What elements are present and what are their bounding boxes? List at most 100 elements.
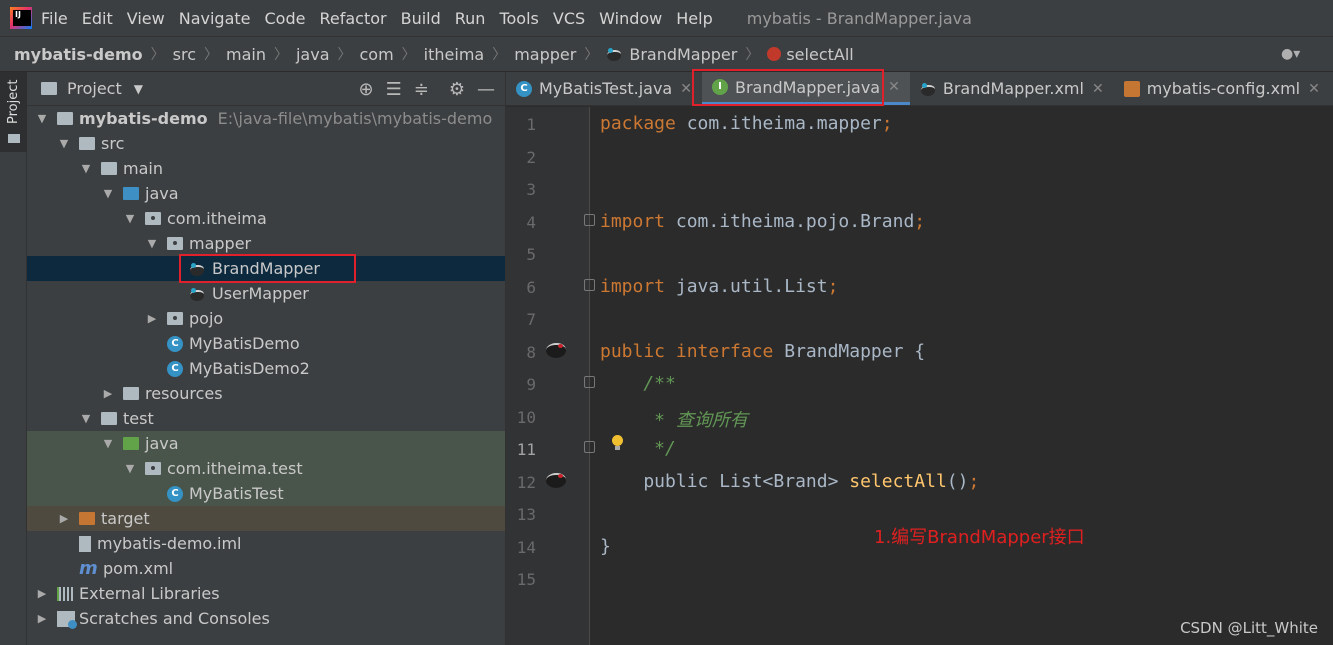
tree-node-mapper[interactable]: ▼ mapper: [27, 231, 505, 256]
chevron-down-icon[interactable]: ▼: [57, 137, 71, 150]
tree-node-mybatisdemo2[interactable]: C MyBatisDemo2: [27, 356, 505, 381]
chevron-down-icon[interactable]: ▼: [79, 412, 93, 425]
line-number: 10: [516, 408, 536, 427]
tree-node-scratches[interactable]: ▶ Scratches and Consoles: [27, 606, 505, 631]
tab-brandmapper-xml[interactable]: BrandMapper.xml ✕: [910, 72, 1114, 105]
breadcrumb-mapper[interactable]: mapper: [514, 45, 576, 64]
menu-navigate[interactable]: Navigate: [179, 9, 251, 28]
package-icon: [145, 462, 161, 475]
breadcrumb-project[interactable]: mybatis-demo: [14, 45, 143, 64]
intellij-logo-icon: [10, 7, 32, 29]
tree-node-src[interactable]: ▼ src: [27, 131, 505, 156]
mybatis-icon: [189, 287, 207, 301]
menu-view[interactable]: View: [127, 9, 165, 28]
tree-node-test[interactable]: ▼ test: [27, 406, 505, 431]
tree-label: test: [123, 409, 154, 428]
menu-refactor[interactable]: Refactor: [319, 9, 386, 28]
breadcrumb-selectall[interactable]: selectAll: [786, 45, 853, 64]
resources-folder-icon: [123, 387, 139, 400]
breadcrumb-itheima[interactable]: itheima: [424, 45, 485, 64]
line-number: 9: [526, 375, 536, 394]
menu-edit[interactable]: Edit: [82, 9, 113, 28]
line-number-current: 11: [516, 440, 536, 459]
project-view-selector[interactable]: Project: [67, 79, 122, 98]
menu-tools[interactable]: Tools: [499, 9, 538, 28]
gear-icon[interactable]: ⚙: [449, 79, 465, 100]
folder-icon: [101, 412, 117, 425]
chevron-down-icon[interactable]: ▼: [79, 162, 93, 175]
tree-node-main[interactable]: ▼ main: [27, 156, 505, 181]
tree-node-java[interactable]: ▼ java: [27, 181, 505, 206]
hide-icon[interactable]: —: [477, 79, 495, 100]
chevron-down-icon[interactable]: ▼: [101, 437, 115, 450]
chevron-down-icon[interactable]: ▼: [35, 112, 49, 125]
tree-node-root[interactable]: ▼ mybatis-demo E:\java-file\mybatis\myba…: [27, 106, 505, 131]
mybatis-navigate-icon[interactable]: [544, 469, 568, 489]
breadcrumb-src[interactable]: src: [173, 45, 196, 64]
chevron-right-icon[interactable]: ▶: [145, 312, 159, 325]
mybatis-icon: [920, 82, 938, 96]
breadcrumb-brandmapper[interactable]: BrandMapper: [629, 45, 737, 64]
chevron-down-icon[interactable]: ▼: [123, 462, 137, 475]
menu-file[interactable]: File: [41, 9, 68, 28]
user-account-icon[interactable]: ●▾: [1281, 46, 1315, 64]
tree-node-test-java[interactable]: ▼ java: [27, 431, 505, 456]
close-icon[interactable]: ✕: [680, 81, 692, 97]
test-folder-icon: [123, 437, 139, 450]
collapse-all-icon[interactable]: ≑: [414, 79, 429, 100]
menu-build[interactable]: Build: [401, 9, 441, 28]
tree-node-usermapper[interactable]: UserMapper: [27, 281, 505, 306]
tree-node-com-itheima[interactable]: ▼ com.itheima: [27, 206, 505, 231]
fold-marker-icon[interactable]: [584, 441, 595, 453]
tree-node-resources[interactable]: ▶ resources: [27, 381, 505, 406]
tree-node-pom[interactable]: m pom.xml: [27, 556, 505, 581]
line-number: 14: [516, 538, 536, 557]
mybatis-navigate-icon[interactable]: [544, 339, 568, 359]
menu-help[interactable]: Help: [676, 9, 712, 28]
chevron-down-icon[interactable]: ▼: [123, 212, 137, 225]
menu-window[interactable]: Window: [599, 9, 662, 28]
tree-node-iml[interactable]: mybatis-demo.iml: [27, 531, 505, 556]
method-icon: [767, 47, 782, 61]
fold-marker-icon[interactable]: [584, 214, 595, 226]
locate-icon[interactable]: ⊕: [359, 79, 374, 100]
breadcrumb-com[interactable]: com: [360, 45, 394, 64]
code-line-10: * 查询所有: [600, 410, 748, 431]
chevron-down-icon[interactable]: ▼: [134, 82, 143, 96]
tree-node-test-package[interactable]: ▼ com.itheima.test: [27, 456, 505, 481]
expand-all-icon[interactable]: ☰: [386, 79, 402, 100]
tree-node-mybatisdemo[interactable]: C MyBatisDemo: [27, 331, 505, 356]
menu-run[interactable]: Run: [455, 9, 486, 28]
menu-vcs[interactable]: VCS: [553, 9, 585, 28]
annotation-note: 1.编写BrandMapper接口: [874, 527, 1085, 548]
breadcrumb-java[interactable]: java: [296, 45, 330, 64]
fold-marker-icon[interactable]: [584, 279, 595, 291]
chevron-right-icon[interactable]: ▶: [57, 512, 71, 525]
watermark: CSDN @Litt_White: [1180, 619, 1318, 637]
folder-icon: [79, 137, 95, 150]
tree-label: pojo: [189, 309, 224, 328]
tree-node-mybatistest[interactable]: C MyBatisTest: [27, 481, 505, 506]
module-folder-icon: [57, 112, 73, 125]
code-line-14: }: [600, 536, 611, 557]
chevron-down-icon[interactable]: ▼: [145, 237, 159, 250]
tab-mybatis-config[interactable]: mybatis-config.xml ✕: [1114, 72, 1330, 105]
project-tool-tab[interactable]: Project: [0, 72, 27, 152]
breadcrumb-main[interactable]: main: [226, 45, 266, 64]
chevron-right-icon[interactable]: ▶: [35, 587, 49, 600]
close-icon[interactable]: ✕: [888, 79, 900, 95]
line-number: 2: [526, 148, 536, 167]
code-line-9: /**: [600, 373, 676, 394]
chevron-down-icon[interactable]: ▼: [101, 187, 115, 200]
chevron-right-icon[interactable]: ▶: [101, 387, 115, 400]
tree-node-target[interactable]: ▶ target: [27, 506, 505, 531]
close-icon[interactable]: ✕: [1092, 81, 1104, 97]
chevron-right-icon[interactable]: ▶: [35, 612, 49, 625]
tree-node-pojo[interactable]: ▶ pojo: [27, 306, 505, 331]
menu-code[interactable]: Code: [265, 9, 306, 28]
tree-node-external-libraries[interactable]: ▶ External Libraries: [27, 581, 505, 606]
editor-gutter: 1 2 3 4 5 6 7 8 9 10 11 12 13 14 15: [506, 107, 623, 645]
fold-marker-icon[interactable]: [584, 376, 595, 388]
tab-mybatistest[interactable]: C MyBatisTest.java ✕: [506, 72, 702, 105]
close-icon[interactable]: ✕: [1308, 81, 1320, 97]
